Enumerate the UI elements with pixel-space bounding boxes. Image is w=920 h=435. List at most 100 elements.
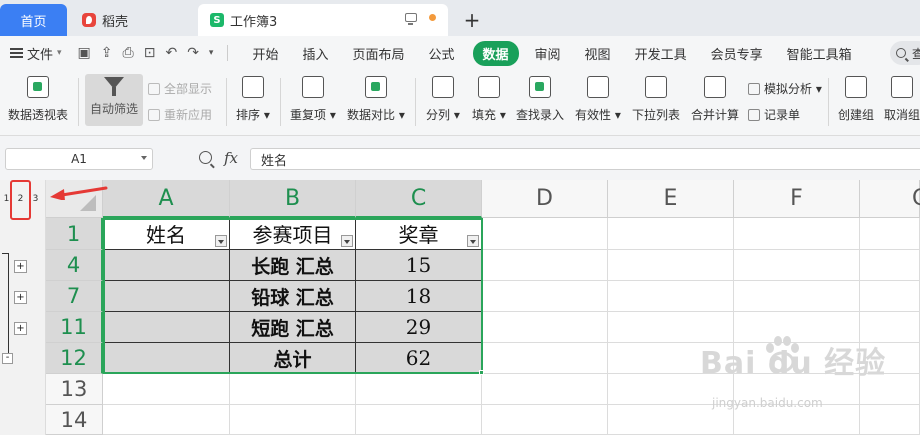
cell-b4[interactable]: 长跑 汇总 — [230, 250, 356, 281]
autofilter-button[interactable]: 自动筛选 — [85, 74, 144, 126]
compare-button[interactable]: 数据对比 ▾ — [347, 76, 405, 123]
print-icon[interactable]: ⎙ — [123, 45, 134, 61]
cell-a11[interactable] — [103, 312, 230, 343]
empty-cell[interactable] — [482, 374, 608, 405]
tab-workbook[interactable]: S 工作簿3 — [198, 4, 448, 36]
row-header-14[interactable]: 14 — [46, 405, 103, 435]
menu-start[interactable]: 开始 — [252, 44, 278, 63]
duplicates-button[interactable]: 重复项 ▾ — [290, 76, 336, 123]
cell-a4[interactable] — [103, 250, 230, 281]
menu-member[interactable]: 会员专享 — [711, 44, 763, 63]
cell-a12[interactable] — [103, 343, 230, 374]
cell-c7[interactable]: 18 — [356, 281, 482, 312]
column-header-f[interactable]: F — [734, 180, 860, 218]
empty-cell[interactable] — [860, 281, 920, 312]
save-icon[interactable]: ▣ — [78, 45, 91, 61]
empty-cell[interactable] — [230, 374, 356, 405]
row-header-12[interactable]: 12 — [46, 343, 103, 374]
row-header-4[interactable]: 4 — [46, 250, 103, 281]
formula-input[interactable]: 姓名 — [250, 148, 920, 170]
collapse-group-button[interactable]: - — [2, 353, 13, 364]
row-header-13[interactable]: 13 — [46, 374, 103, 405]
cell-c4[interactable]: 15 — [356, 250, 482, 281]
outline-level-3-button[interactable]: 3 — [30, 192, 41, 206]
redo-icon[interactable]: ↷ — [187, 45, 199, 61]
undo-icon[interactable]: ↶ — [165, 45, 177, 61]
cell-b7[interactable]: 铅球 汇总 — [230, 281, 356, 312]
cell-c12[interactable]: 62 — [356, 343, 482, 374]
cell-c11[interactable]: 29 — [356, 312, 482, 343]
empty-cell[interactable] — [482, 343, 608, 374]
empty-cell[interactable] — [860, 250, 920, 281]
dropdown-list-button[interactable]: 下拉列表 — [632, 76, 680, 123]
column-header-g[interactable]: G — [860, 180, 920, 218]
row-header-1[interactable]: 1 — [46, 218, 103, 250]
column-header-e[interactable]: E — [608, 180, 734, 218]
reapply-button[interactable]: 重新应用 — [148, 106, 212, 123]
data-form-button[interactable]: 记录单 — [748, 106, 800, 123]
menu-smart-tools[interactable]: 智能工具箱 — [787, 44, 852, 63]
menu-data[interactable]: 数据 — [472, 40, 519, 66]
customize-dropdown-icon[interactable]: ▾ — [209, 48, 214, 58]
expand-group-button[interactable]: + — [14, 322, 27, 335]
fill-button[interactable]: 填充 ▾ — [472, 76, 506, 123]
split-column-button[interactable]: 分列 ▾ — [426, 76, 460, 123]
row-header-7[interactable]: 7 — [46, 281, 103, 312]
empty-cell[interactable] — [356, 405, 482, 435]
empty-cell[interactable] — [734, 218, 860, 250]
sort-button[interactable]: 排序 ▾ — [236, 76, 270, 123]
fill-handle[interactable] — [479, 370, 484, 375]
export-icon[interactable]: ⇪ — [101, 45, 113, 61]
row-header-11[interactable]: 11 — [46, 312, 103, 343]
name-box[interactable]: A1 — [5, 148, 153, 170]
what-if-button[interactable]: 模拟分析 ▾ — [748, 80, 822, 97]
empty-cell[interactable] — [608, 218, 734, 250]
empty-cell[interactable] — [482, 281, 608, 312]
expand-group-button[interactable]: + — [14, 291, 27, 304]
file-menu[interactable]: 文件 ▾ — [10, 44, 62, 63]
validity-button[interactable]: 有效性 ▾ — [575, 76, 621, 123]
tab-daoke[interactable]: 稻壳 — [70, 4, 195, 36]
print-preview-icon[interactable]: ⊡ — [144, 45, 156, 61]
pivot-table-button[interactable]: 数据透视表 — [8, 76, 68, 123]
monitor-icon[interactable] — [405, 13, 417, 25]
empty-cell[interactable] — [734, 281, 860, 312]
filter-dropdown-icon[interactable] — [467, 235, 479, 247]
empty-cell[interactable] — [103, 374, 230, 405]
fx-icon[interactable]: fx — [224, 149, 238, 167]
column-header-d[interactable]: D — [482, 180, 608, 218]
search-button[interactable]: 查 — [890, 41, 920, 65]
empty-cell[interactable] — [608, 250, 734, 281]
cell-a1[interactable]: 姓名 — [103, 218, 230, 250]
new-tab-button[interactable]: + — [460, 8, 484, 32]
column-header-c[interactable]: C — [356, 180, 482, 218]
expand-group-button[interactable]: + — [14, 260, 27, 273]
cell-b11[interactable]: 短跑 汇总 — [230, 312, 356, 343]
cell-b1[interactable]: 参赛项目 — [230, 218, 356, 250]
menu-insert[interactable]: 插入 — [302, 44, 328, 63]
unsaved-dot-icon[interactable] — [429, 14, 436, 21]
empty-cell[interactable] — [860, 405, 920, 435]
consolidate-button[interactable]: 合并计算 — [691, 76, 739, 123]
menu-view[interactable]: 视图 — [585, 44, 611, 63]
empty-cell[interactable] — [356, 374, 482, 405]
cell-a7[interactable] — [103, 281, 230, 312]
column-header-b[interactable]: B — [230, 180, 356, 218]
empty-cell[interactable] — [482, 250, 608, 281]
create-group-button[interactable]: 创建组 — [838, 76, 874, 123]
empty-cell[interactable] — [482, 312, 608, 343]
filter-dropdown-icon[interactable] — [341, 235, 353, 247]
empty-cell[interactable] — [734, 250, 860, 281]
empty-cell[interactable] — [860, 218, 920, 250]
cell-c1[interactable]: 奖章 — [356, 218, 482, 250]
menu-page-layout[interactable]: 页面布局 — [352, 44, 404, 63]
empty-cell[interactable] — [608, 281, 734, 312]
column-header-a[interactable]: A — [103, 180, 230, 218]
menu-developer[interactable]: 开发工具 — [635, 44, 687, 63]
cell-b12[interactable]: 总计 — [230, 343, 356, 374]
empty-cell[interactable] — [103, 405, 230, 435]
filter-dropdown-icon[interactable] — [215, 235, 227, 247]
zoom-icon[interactable] — [199, 151, 212, 164]
empty-cell[interactable] — [482, 405, 608, 435]
tab-home[interactable]: 首页 — [0, 4, 67, 36]
